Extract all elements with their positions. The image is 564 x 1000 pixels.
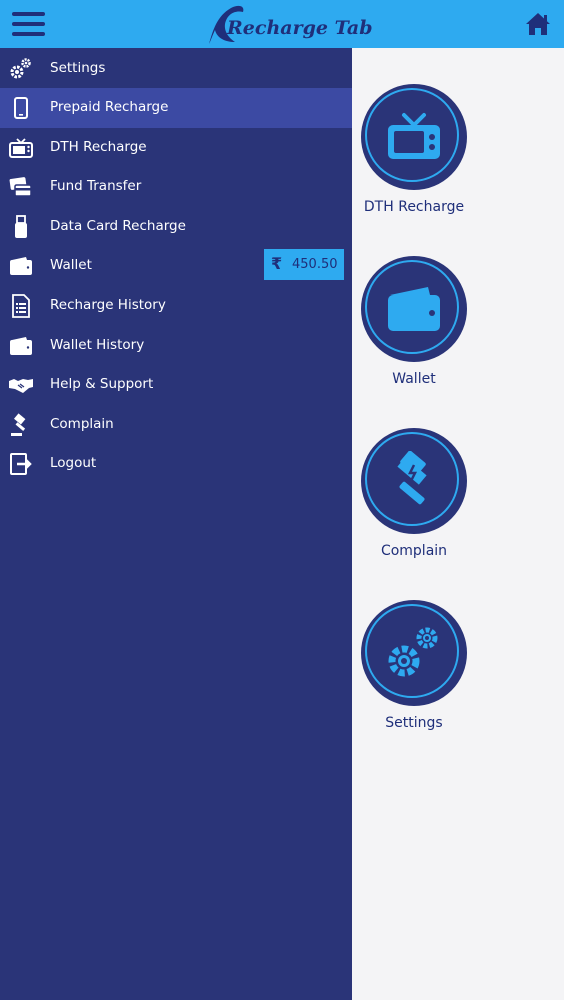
drawer-item-dth-recharge[interactable]: DTH Recharge	[0, 128, 352, 168]
app-logo: Recharge Tab	[205, 2, 373, 46]
drawer-item-recharge-history[interactable]: Recharge History	[0, 286, 352, 326]
drawer-item-logout[interactable]: Logout	[0, 444, 352, 484]
navigation-drawer: Settings Prepaid Recharge DTH Recharge F…	[0, 48, 352, 1000]
document-list-icon	[12, 294, 30, 318]
drawer-item-label: Prepaid Recharge	[50, 99, 169, 115]
drawer-item-data-card-recharge[interactable]: Data Card Recharge	[0, 207, 352, 247]
home-icon[interactable]	[525, 11, 551, 37]
tv-icon	[9, 138, 33, 158]
card-label: DTH Recharge	[363, 199, 465, 215]
wallet-button[interactable]	[361, 256, 467, 362]
gears-icon	[388, 627, 438, 677]
gavel-icon	[11, 413, 26, 436]
drawer-item-label: Recharge History	[50, 297, 166, 313]
wallet-balance-amount: 450.50	[292, 257, 338, 272]
card-label: Settings	[385, 715, 443, 731]
drawer-item-label: Data Card Recharge	[50, 218, 186, 234]
usb-dongle-icon	[15, 215, 27, 238]
wallet-balance-badge: ₹ 450.50	[264, 249, 344, 280]
credit-cards-icon	[9, 177, 32, 197]
tv-icon	[388, 113, 440, 159]
drawer-item-prepaid-recharge[interactable]: Prepaid Recharge	[0, 88, 352, 128]
drawer-item-label: Logout	[50, 455, 97, 471]
gears-icon	[10, 58, 31, 79]
drawer-item-settings[interactable]: Settings	[0, 49, 352, 89]
card-label: Wallet	[392, 371, 436, 387]
wallet-icon	[388, 287, 440, 331]
card-label: Complain	[380, 543, 448, 559]
logo-text: Recharge Tab	[227, 17, 373, 39]
drawer-item-label: DTH Recharge	[50, 139, 147, 155]
drawer-item-label: Settings	[50, 60, 106, 76]
complain-button[interactable]	[361, 428, 467, 534]
drawer-item-label: Wallet	[50, 257, 92, 273]
drawer-item-wallet[interactable]: Wallet ₹ 450.50	[0, 246, 352, 286]
gavel-icon	[397, 451, 427, 505]
top-app-bar: Recharge Tab	[0, 0, 564, 48]
drawer-item-label: Complain	[50, 416, 114, 432]
handshake-icon	[9, 379, 33, 393]
wallet-icon	[10, 257, 32, 275]
drawer-item-complain[interactable]: Complain	[0, 405, 352, 445]
complain-card[interactable]: Complain	[352, 428, 476, 568]
dth-recharge-button[interactable]	[361, 84, 467, 190]
wallet-icon	[10, 337, 32, 355]
drawer-item-label: Wallet History	[50, 337, 145, 353]
drawer-item-label: Fund Transfer	[50, 178, 142, 194]
logout-icon	[10, 453, 32, 475]
settings-button[interactable]	[361, 600, 467, 706]
drawer-item-fund-transfer[interactable]: Fund Transfer	[0, 167, 352, 207]
settings-card[interactable]: Settings	[352, 600, 476, 740]
drawer-item-label: Help & Support	[50, 376, 154, 392]
mobile-phone-icon	[14, 97, 28, 119]
wallet-card[interactable]: Wallet	[352, 256, 476, 396]
drawer-item-help-support[interactable]: Help & Support	[0, 365, 352, 405]
dth-recharge-card[interactable]: DTH Recharge	[352, 84, 476, 224]
rupee-icon: ₹	[271, 254, 283, 273]
hamburger-menu-icon[interactable]	[12, 11, 46, 37]
drawer-item-wallet-history[interactable]: Wallet History	[0, 326, 352, 366]
